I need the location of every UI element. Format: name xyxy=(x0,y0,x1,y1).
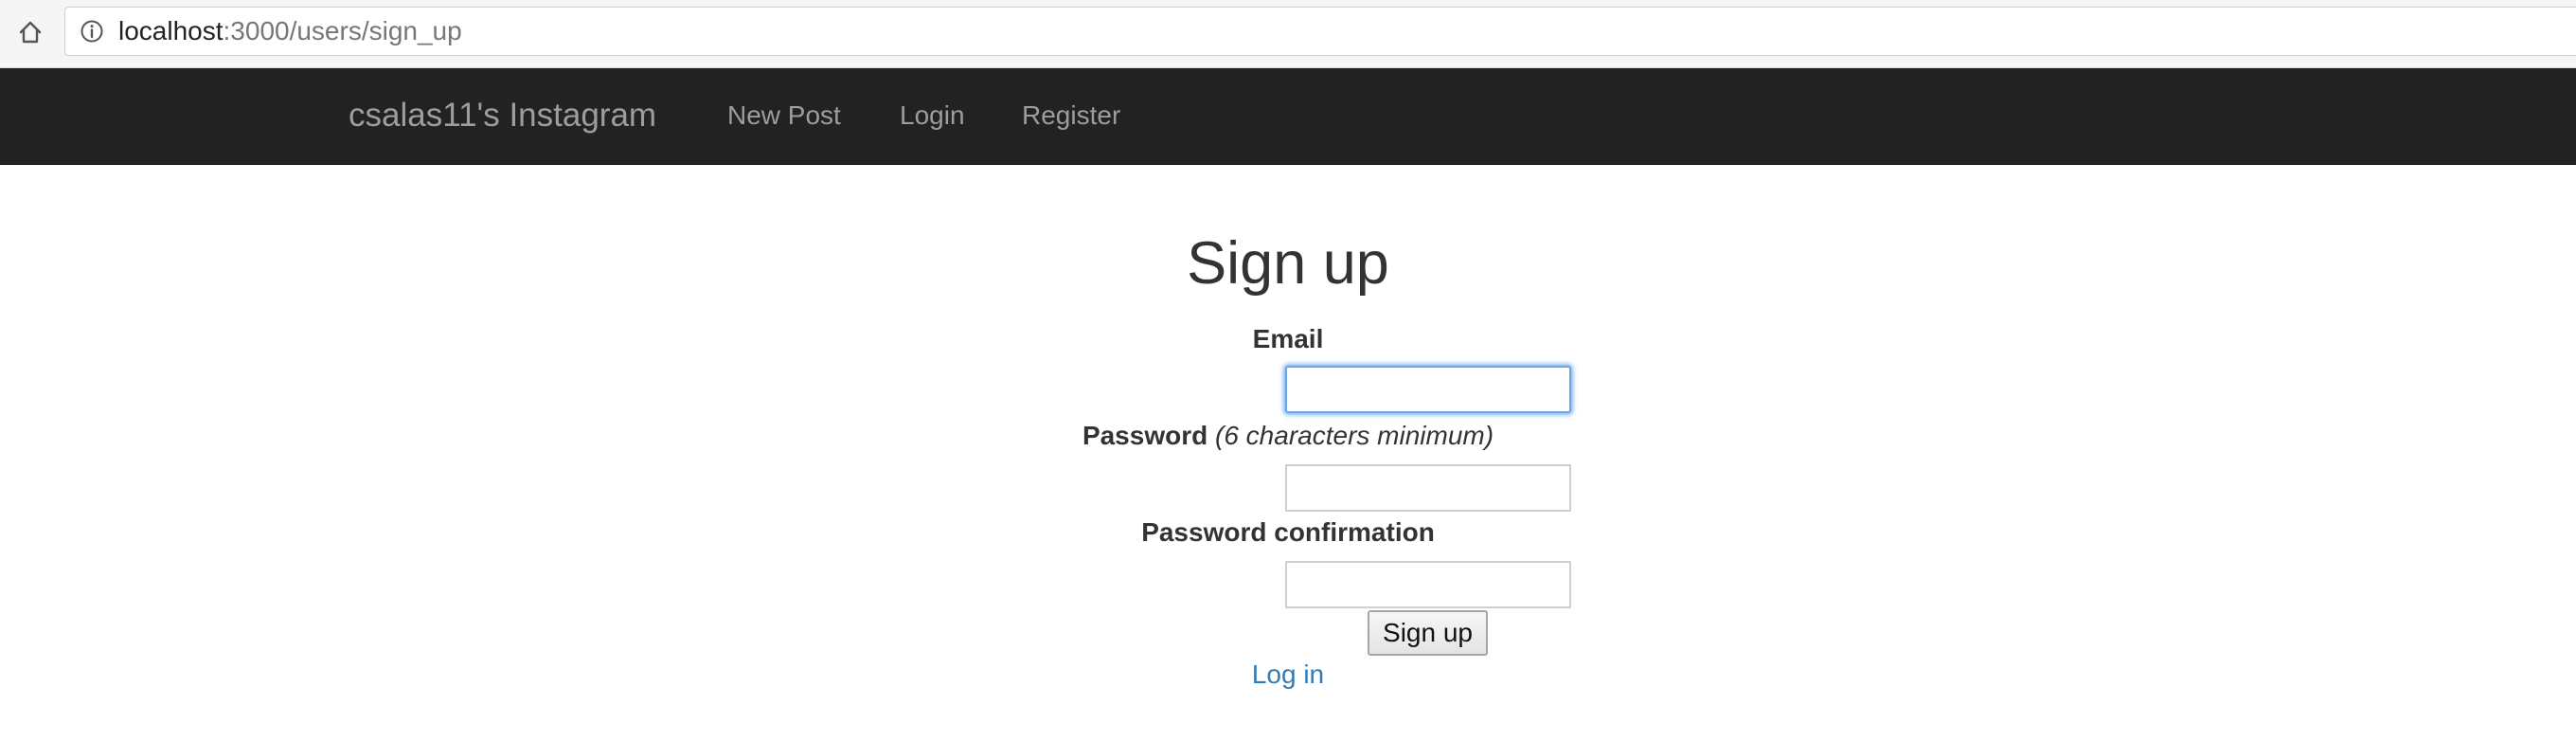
password-confirmation-label-text: Password confirmation xyxy=(1141,517,1435,547)
url-host: localhost xyxy=(118,16,224,45)
log-in-link[interactable]: Log in xyxy=(0,658,2576,692)
address-bar[interactable]: localhost:3000/users/sign_up xyxy=(64,7,2576,56)
password-confirmation-label: Password confirmation xyxy=(0,515,2576,550)
page-title: Sign up xyxy=(1187,230,1389,297)
nav-link-login[interactable]: Login xyxy=(900,68,965,163)
password-hint: (6 characters minimum) xyxy=(1215,421,1494,450)
url-text: localhost:3000/users/sign_up xyxy=(118,16,462,46)
password-label: Password (6 characters minimum) xyxy=(0,419,2576,453)
email-label-text: Email xyxy=(1252,324,1324,353)
nav-link-register[interactable]: Register xyxy=(1022,68,1120,163)
home-button[interactable] xyxy=(13,15,47,49)
nav-link-new-post[interactable]: New Post xyxy=(727,68,841,163)
browser-toolbar: localhost:3000/users/sign_up xyxy=(0,0,2576,68)
password-label-text: Password xyxy=(1082,421,1208,450)
url-path: :3000/users/sign_up xyxy=(223,16,462,45)
password-confirmation-field[interactable] xyxy=(1285,561,1571,608)
navbar: csalas11's Instagram New Post Login Regi… xyxy=(0,68,2576,165)
email-field[interactable] xyxy=(1285,366,1571,413)
home-icon xyxy=(19,21,42,44)
email-label: Email xyxy=(0,322,2576,356)
password-field[interactable] xyxy=(1285,464,1571,512)
info-icon[interactable] xyxy=(79,18,105,45)
sign-up-button[interactable]: Sign up xyxy=(1368,610,1488,656)
brand-link[interactable]: csalas11's Instagram xyxy=(349,68,656,163)
